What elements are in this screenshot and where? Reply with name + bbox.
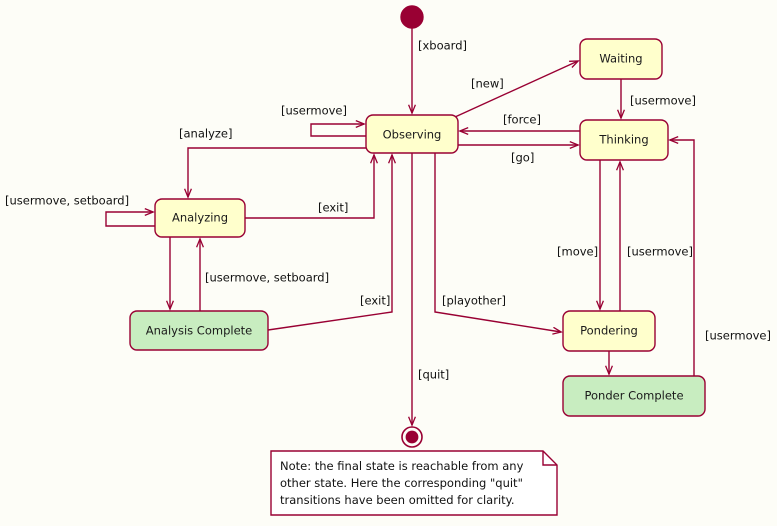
label-force: [force] (503, 113, 541, 127)
label-pondering-usermove: [usermove] (627, 245, 693, 259)
state-pondering-label: Pondering (580, 324, 638, 338)
diagram-canvas: Observing Waiting Thinking Analyzing Ana… (0, 0, 777, 526)
label-waiting-usermove: [usermove] (630, 94, 696, 108)
state-analysis-complete-label: Analysis Complete (146, 324, 252, 338)
state-ponder-complete-label: Ponder Complete (584, 389, 683, 403)
note-line-2: other state. Here the corresponding "qui… (280, 476, 523, 490)
label-new: [new] (471, 77, 504, 91)
label-pc-usermove: [usermove] (705, 329, 771, 343)
state-observing-label: Observing (383, 128, 442, 142)
state-thinking-label: Thinking (598, 133, 648, 147)
initial-state-node (400, 5, 424, 29)
state-nodes: Observing Waiting Thinking Analyzing Ana… (129, 38, 706, 417)
label-exit-ac: [exit] (360, 294, 390, 308)
edge-analyzing-self-usermove-setboard (105, 207, 155, 227)
state-waiting-label: Waiting (599, 52, 642, 66)
state-thinking[interactable]: Thinking (579, 119, 669, 161)
label-ac-to-analyzing: [usermove, setboard] (205, 271, 329, 285)
edge-exit-analyzing (245, 153, 379, 219)
state-analyzing[interactable]: Analyzing (154, 198, 246, 238)
edge-analyze (183, 147, 366, 199)
edge-observing-self-usermove (310, 119, 366, 137)
note-line-1: Note: the final state is reachable from … (280, 459, 524, 473)
transition-labels: [xboard] [new] [usermove] [force] [go] [… (5, 39, 771, 382)
note-line-3: transitions have been omitted for clarit… (280, 493, 514, 507)
label-quit: [quit] (418, 368, 449, 382)
state-pondering[interactable]: Pondering (562, 310, 656, 352)
label-xboard: [xboard] (418, 39, 467, 53)
label-playother: [playother] (442, 294, 506, 308)
final-state-inner-dot (405, 430, 419, 444)
state-analyzing-label: Analyzing (172, 211, 228, 225)
label-analyze: [analyze] (179, 127, 232, 141)
label-observing-self: [usermove] (281, 104, 347, 118)
label-go: [go] (511, 151, 534, 165)
label-move: [move] (557, 245, 598, 259)
state-analysis-complete[interactable]: Analysis Complete (129, 310, 269, 351)
state-ponder-complete[interactable]: Ponder Complete (562, 375, 706, 417)
clarity-note: Note: the final state is reachable from … (270, 450, 558, 516)
label-analyzing-self: [usermove, setboard] (5, 194, 129, 208)
state-diagram: Observing Waiting Thinking Analyzing Ana… (5, 5, 771, 516)
state-observing[interactable]: Observing (365, 114, 459, 154)
label-exit-analyzing: [exit] (318, 201, 348, 215)
state-waiting[interactable]: Waiting (579, 38, 663, 80)
